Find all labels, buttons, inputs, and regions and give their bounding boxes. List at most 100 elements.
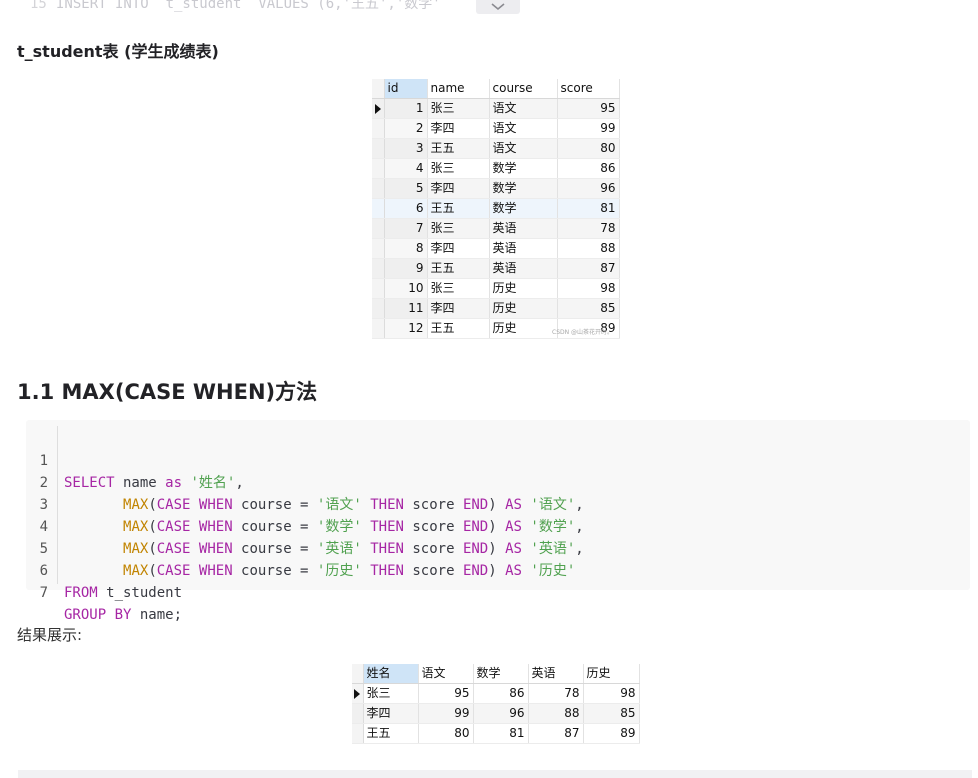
cell-score[interactable]: 99 [418, 703, 474, 724]
cell-name[interactable]: 张三 [427, 218, 490, 239]
row-selector[interactable] [352, 703, 364, 724]
table-row[interactable]: 3 王五 语文 80 [372, 138, 620, 159]
table-row[interactable]: 6 王五 数学 81 [372, 198, 620, 219]
table-row[interactable]: 4 张三 数学 86 [372, 158, 620, 179]
cell-id[interactable]: 10 [384, 278, 428, 299]
cell-name[interactable]: 王五 [427, 318, 490, 339]
row-selector[interactable] [372, 258, 385, 279]
table-row[interactable]: 8 李四 英语 88 [372, 238, 620, 259]
table-row[interactable]: 1 张三 语文 95 [372, 98, 620, 119]
cell-name[interactable]: 李四 [427, 298, 490, 319]
cell-score[interactable]: 80 [418, 723, 474, 744]
cell-score[interactable]: 95 [418, 683, 474, 704]
cell-score[interactable]: 86 [557, 158, 620, 179]
cell-course[interactable]: 历史 [489, 278, 558, 299]
cell-score[interactable]: 98 [557, 278, 620, 299]
cell-score[interactable]: 81 [557, 198, 620, 219]
cell-name[interactable]: 李四 [427, 238, 490, 259]
row-selector[interactable] [372, 98, 385, 119]
row-selector[interactable] [352, 683, 364, 704]
table-row[interactable]: 10 张三 历史 98 [372, 278, 620, 299]
cell-id[interactable]: 1 [384, 98, 428, 119]
cell-id[interactable]: 6 [384, 198, 428, 219]
cell-name[interactable]: 王五 [427, 258, 490, 279]
cell-id[interactable]: 4 [384, 158, 428, 179]
cell-course[interactable]: 英语 [489, 258, 558, 279]
cell-id[interactable]: 12 [384, 318, 428, 339]
table-row[interactable]: 2 李四 语文 99 [372, 118, 620, 139]
cell-score[interactable]: 87 [557, 258, 620, 279]
table-row[interactable]: 11 李四 历史 85 [372, 298, 620, 319]
cell-name[interactable]: 李四 [363, 703, 419, 724]
cell-name[interactable]: 张三 [427, 158, 490, 179]
table-row[interactable]: 李四 99 96 88 85 [352, 703, 640, 724]
cell-course[interactable]: 语文 [489, 138, 558, 159]
row-selector[interactable] [372, 298, 385, 319]
row-selector[interactable] [372, 318, 385, 339]
row-selector[interactable] [372, 198, 385, 219]
cell-score[interactable]: 99 [557, 118, 620, 139]
cell-score[interactable]: 89 [583, 723, 640, 744]
cell-score[interactable]: 86 [473, 683, 529, 704]
column-header[interactable]: 语文 [418, 664, 474, 684]
row-selector[interactable] [372, 118, 385, 139]
row-selector[interactable] [372, 238, 385, 259]
cell-id[interactable]: 7 [384, 218, 428, 239]
row-selector[interactable] [372, 138, 385, 159]
column-header[interactable]: 历史 [583, 664, 640, 684]
cell-course[interactable]: 数学 [489, 178, 558, 199]
row-selector[interactable] [372, 178, 385, 199]
cell-course[interactable]: 语文 [489, 118, 558, 139]
cell-course[interactable]: 英语 [489, 218, 558, 239]
table-row[interactable]: 9 王五 英语 87 [372, 258, 620, 279]
cell-name[interactable]: 李四 [427, 178, 490, 199]
cell-score[interactable]: 88 [557, 238, 620, 259]
cell-name[interactable]: 王五 [427, 198, 490, 219]
cell-score[interactable]: 80 [557, 138, 620, 159]
column-header[interactable]: 数学 [473, 664, 529, 684]
cell-name[interactable]: 王五 [363, 723, 419, 744]
cell-id[interactable]: 3 [384, 138, 428, 159]
cell-score[interactable]: 96 [473, 703, 529, 724]
cell-id[interactable]: 9 [384, 258, 428, 279]
cell-id[interactable]: 5 [384, 178, 428, 199]
cell-score[interactable]: 88 [528, 703, 584, 724]
cell-score[interactable]: 85 [557, 298, 620, 319]
cell-id[interactable]: 11 [384, 298, 428, 319]
cell-course[interactable]: 数学 [489, 198, 558, 219]
table-row[interactable]: 5 李四 数学 96 [372, 178, 620, 199]
column-header-name[interactable]: name [427, 79, 490, 99]
column-header-course[interactable]: course [489, 79, 558, 99]
table-row[interactable]: 7 张三 英语 78 [372, 218, 620, 239]
row-selector[interactable] [352, 723, 364, 744]
cell-name[interactable]: 李四 [427, 118, 490, 139]
cell-name[interactable]: 王五 [427, 138, 490, 159]
cell-score[interactable]: 87 [528, 723, 584, 744]
cell-score[interactable]: 96 [557, 178, 620, 199]
cell-score[interactable]: 95 [557, 98, 620, 119]
column-header[interactable]: 英语 [528, 664, 584, 684]
cell-score[interactable]: 78 [557, 218, 620, 239]
cell-score[interactable]: 81 [473, 723, 529, 744]
table-row[interactable]: 张三 95 86 78 98 [352, 683, 640, 704]
column-header-score[interactable]: score [557, 79, 620, 99]
cell-course[interactable]: 历史 [489, 318, 558, 339]
expand-code-button[interactable] [476, 0, 520, 14]
cell-score[interactable]: 85 [583, 703, 640, 724]
row-selector[interactable] [372, 278, 385, 299]
cell-course[interactable]: 英语 [489, 238, 558, 259]
column-header-id[interactable]: id [384, 79, 428, 99]
cell-name[interactable]: 张三 [427, 278, 490, 299]
table-row[interactable]: 王五 80 81 87 89 [352, 723, 640, 744]
row-selector[interactable] [372, 158, 385, 179]
column-header[interactable]: 姓名 [363, 664, 419, 684]
cell-course[interactable]: 语文 [489, 98, 558, 119]
cell-name[interactable]: 张三 [427, 98, 490, 119]
cell-score[interactable]: 78 [528, 683, 584, 704]
cell-id[interactable]: 8 [384, 238, 428, 259]
cell-name[interactable]: 张三 [363, 683, 419, 704]
cell-course[interactable]: 历史 [489, 298, 558, 319]
cell-id[interactable]: 2 [384, 118, 428, 139]
row-selector[interactable] [372, 218, 385, 239]
cell-course[interactable]: 数学 [489, 158, 558, 179]
